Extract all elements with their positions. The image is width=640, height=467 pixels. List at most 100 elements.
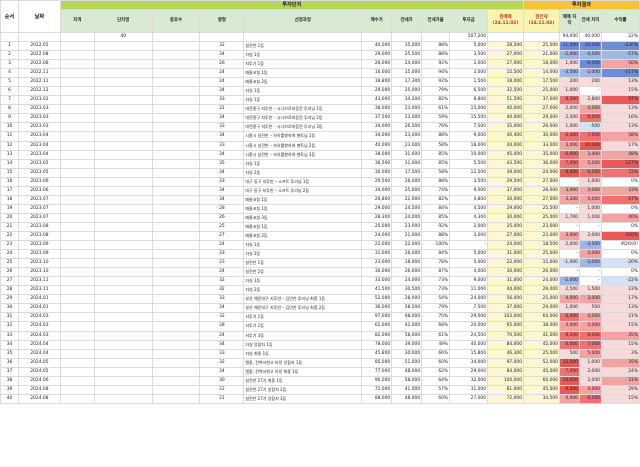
cell-invest[interactable]: 3,500 [449,50,489,61]
cell-price[interactable]: 78,000 [361,339,393,350]
totals-blank[interactable] [391,32,423,42]
cell-trade-diff[interactable]: 4,000 [558,294,580,305]
cell-course[interactable]: 실전반 27기 최종 1등 [243,375,363,386]
cell-jeonse-diff[interactable]: 5,000 [578,194,602,205]
cell-date[interactable]: 2023.04 [17,149,61,160]
cell-trade-diff[interactable]: - [558,249,580,260]
cell-date[interactable]: 2022.08 [17,59,61,70]
cell-market-jeonse[interactable]: 24,000 [523,276,560,287]
cell-market-jeonse[interactable]: 29,000 [523,303,560,314]
totals-blank[interactable] [523,32,560,42]
cell-area[interactable]: 33 [199,95,245,106]
cell-market-price[interactable]: 30,000 [487,267,524,278]
cell-price[interactable]: 37,500 [361,113,393,124]
cell-date[interactable]: 2023.04 [17,131,61,142]
cell-market-price[interactable]: 44,000 [487,285,524,296]
cell-region[interactable] [59,131,95,142]
cell-region[interactable] [59,258,95,269]
cell-dong[interactable] [151,149,201,160]
cell-price[interactable]: 72,000 [361,384,393,395]
cell-complex[interactable] [93,249,153,260]
cell-dong[interactable] [151,240,201,251]
cell-dong[interactable] [151,122,201,133]
cell-jeonse[interactable]: 42,000 [391,321,423,332]
cell-seq[interactable]: 9 [0,113,19,124]
cell-dong[interactable] [151,312,201,323]
cell-complex[interactable] [93,95,153,106]
cell-ratio[interactable]: 61% [421,330,451,341]
cell-trade-diff[interactable]: 3,000 [558,185,580,196]
cell-complex[interactable] [93,276,153,287]
cell-trade-diff[interactable]: 1,000 [558,122,580,133]
cell-trade-diff[interactable]: 4,000 [558,393,580,404]
cell-yield[interactable]: 0% [600,203,640,214]
cell-market-jeonse[interactable]: 27,000 [523,104,560,115]
cell-trade-diff[interactable]: -3,500 [558,68,580,79]
cell-complex[interactable] [93,113,153,124]
cell-jeonse-diff[interactable]: 2,800 [578,95,602,106]
cell-market-jeonse[interactable]: 23,000 [523,221,560,232]
cell-date[interactable]: 2023.10 [17,258,61,269]
cell-ratio[interactable]: 84% [421,203,451,214]
header-jeonse[interactable]: 전세가 [391,9,423,33]
cell-area[interactable]: 32 [199,40,245,52]
totals-blank[interactable] [0,32,19,42]
cell-date[interactable]: 2023.09 [17,240,61,251]
cell-region[interactable] [59,375,95,386]
cell-date[interactable]: 2023.08 [17,221,61,232]
header-yield[interactable]: 수익률 [600,9,640,33]
cell-course[interactable]: 자실 1등 [243,240,363,251]
cell-course[interactable]: 대전종구 지투반 – 시나브로마음전 투리닝 1등 [243,104,363,115]
cell-complex[interactable] [93,357,153,368]
cell-invest[interactable]: 3,000 [449,230,489,242]
cell-invest[interactable]: 31,000 [449,384,489,395]
cell-yield[interactable]: 127% [600,158,640,169]
cell-jeonse[interactable]: 41,000 [391,384,423,395]
cell-complex[interactable] [93,330,153,341]
cell-trade-diff[interactable]: - [558,203,580,214]
cell-region[interactable] [59,285,95,296]
cell-jeonse-diff[interactable]: -10,000 [578,40,602,52]
cell-trade-diff[interactable]: 3,000 [558,321,580,332]
cell-jeonse[interactable]: 28,000 [391,294,423,305]
cell-trade-diff[interactable]: 9,000 [558,384,580,395]
cell-date[interactable]: 2023.02 [17,95,61,106]
header-price[interactable]: 매수가 [361,9,393,33]
cell-jeonse[interactable]: 23,000 [391,113,423,124]
cell-price[interactable]: 18,800 [361,77,393,88]
cell-date[interactable]: 2023.03 [17,113,61,124]
cell-course[interactable]: 열중, 전복서현고 아랑 최종 1등 [243,366,363,377]
cell-ratio[interactable]: 74% [421,185,451,196]
cell-area[interactable]: 34 [199,339,245,350]
cell-date[interactable]: 2024.08 [17,393,61,404]
cell-price[interactable]: 28,300 [361,212,393,223]
cell-dong[interactable] [151,348,201,359]
cell-jeonse[interactable]: 25,000 [391,86,423,97]
cell-jeonse[interactable]: 17,500 [391,167,423,178]
cell-invest[interactable]: 9,000 [449,131,489,142]
cell-jeonse-diff[interactable]: 200 [578,77,602,88]
cell-jeonse-diff[interactable]: 5,000 [578,321,602,332]
cell-region[interactable] [59,194,95,205]
cell-jeonse-diff[interactable]: 3,400 [578,149,602,160]
cell-jeonse-diff[interactable]: -500 [578,122,602,133]
cell-date[interactable]: 2022.11 [17,77,61,88]
cell-yield[interactable]: 50% [600,59,640,70]
cell-date[interactable]: 2023.08 [17,230,61,242]
cell-jeonse-diff[interactable]: - [578,267,602,278]
cell-jeonse-diff[interactable]: 10,000 [578,140,602,151]
cell-seq[interactable]: 10 [0,122,19,133]
cell-market-price[interactable]: 103,000 [487,312,524,323]
cell-complex[interactable] [93,167,153,178]
cell-yield[interactable]: #DIV/0! [600,240,640,251]
cell-date[interactable]: 2023.11 [17,285,61,296]
cell-area[interactable]: 32 [199,285,245,296]
cell-trade-diff[interactable]: 9,000 [558,167,580,178]
cell-invest[interactable]: 27,000 [449,393,489,404]
cell-trade-diff[interactable]: 7,000 [558,158,580,169]
cell-jeonse[interactable]: 26,000 [391,249,423,260]
cell-region[interactable] [59,312,95,323]
cell-seq[interactable]: 36 [0,357,19,368]
cell-region[interactable] [59,77,95,88]
cell-dong[interactable] [151,77,201,88]
